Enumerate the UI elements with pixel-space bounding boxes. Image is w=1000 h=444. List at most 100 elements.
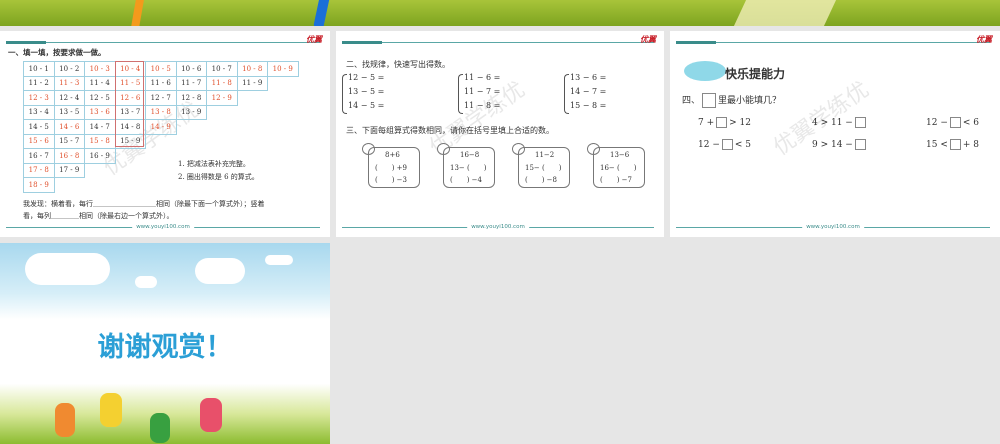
equation-group-box: 16−8 13− ( ) ( ) −4 xyxy=(443,147,495,188)
right-expr: < 6 xyxy=(962,118,979,128)
table-row: 15 - 6 15 - 7 15 - 8 15 - 9 xyxy=(23,133,299,149)
empty-cell xyxy=(237,134,268,149)
table-row: 13 - 4 13 - 5 13 - 6 13 - 7 13 - 8 13 - 9 xyxy=(23,104,299,120)
table-cell: 17 - 9 xyxy=(53,162,85,178)
table-row: 14 - 5 14 - 6 14 - 7 14 - 8 14 - 9 xyxy=(23,119,299,135)
empty-cell xyxy=(268,178,299,193)
table-cell: 12 - 9 xyxy=(206,90,238,106)
equation: 12 − 5 = xyxy=(348,73,385,82)
equation: 13 − 5 = xyxy=(348,87,385,96)
brace xyxy=(564,74,569,114)
child-illustration xyxy=(200,398,222,432)
inequality-item: 7 + > 12 xyxy=(698,117,751,128)
equation: ( ) −3 xyxy=(375,176,408,184)
heading-prefix: 四、 xyxy=(682,96,701,106)
banner-title: 快乐提能力 xyxy=(725,67,786,81)
empty-cell xyxy=(176,134,207,149)
table-cell: 11 - 8 xyxy=(206,75,238,91)
slide-thumbnail-3[interactable]: 优翼 优翼学练优 快乐提能力 四、 里最小能填几？ 7 + > 12 4 > 11 −… xyxy=(670,31,1000,237)
table-cell: 14 - 7 xyxy=(84,119,116,135)
previous-slide-thumbnail[interactable] xyxy=(0,0,1000,26)
empty-cell xyxy=(54,178,85,193)
equation-group-box: 11−2 15− ( ) ( ) −8 xyxy=(518,147,570,188)
table-cell: 11 - 4 xyxy=(84,75,116,91)
empty-cell xyxy=(268,120,299,135)
note-1: 1. 把减法表补充完整。 xyxy=(178,160,250,168)
brand-logo: 优翼 xyxy=(306,35,322,44)
empty-cell xyxy=(115,178,146,193)
table-cell: 11 - 9 xyxy=(236,75,268,91)
table-cell: 14 - 5 xyxy=(23,119,55,135)
table-cell: 13 - 8 xyxy=(145,104,177,120)
left-expr: 12 − xyxy=(698,140,720,150)
blank-box xyxy=(702,93,717,108)
table-cell: 10 - 8 xyxy=(236,61,268,77)
equation: 8+6 xyxy=(385,151,400,159)
table-cell: 12 - 8 xyxy=(175,90,207,106)
banner-mascot-icon xyxy=(684,61,726,81)
empty-cell xyxy=(268,134,299,149)
equation: 16− ( ) xyxy=(600,164,637,172)
equation: 13− ( ) xyxy=(450,164,487,172)
equation: 13−6 xyxy=(610,151,630,159)
table-cell: 13 - 5 xyxy=(53,104,85,120)
inequality-item: 4 > 11 − xyxy=(812,117,868,128)
empty-cell xyxy=(237,105,268,120)
cloud-icon xyxy=(195,258,245,284)
header-line xyxy=(6,41,320,44)
empty-cell xyxy=(85,163,116,178)
empty-cell xyxy=(237,120,268,135)
slide-thumbnail-2[interactable]: 优翼 优翼学练优 二、找规律，快速写出得数。 12 − 5 = 13 − 5 = 1… xyxy=(336,31,664,237)
table-cell: 13 - 4 xyxy=(23,104,55,120)
empty-cell xyxy=(207,120,238,135)
empty-cell xyxy=(146,178,177,193)
footer: www.youyi100.com xyxy=(676,224,990,230)
table-cell: 13 - 6 xyxy=(84,104,116,120)
right-expr: + 8 xyxy=(962,140,979,150)
answer-box xyxy=(854,139,866,150)
table-cell: 11 - 7 xyxy=(175,75,207,91)
slide-thumbnail-1[interactable]: 优翼 优翼学练优 一、填一填，按要求做一做。 10 - 1 10 - 2 10 - … xyxy=(0,31,330,237)
equation: 15 − 8 = xyxy=(570,101,607,110)
table-cell: 11 - 2 xyxy=(23,75,55,91)
footer-url: www.youyi100.com xyxy=(132,224,194,230)
child-illustration xyxy=(55,403,75,437)
table-cell: 15 - 6 xyxy=(23,133,55,149)
table-row: 11 - 2 11 - 3 11 - 4 11 - 5 11 - 6 11 - 7 11 -… xyxy=(23,75,299,91)
left-expr: 12 − xyxy=(926,118,948,128)
cloud-icon xyxy=(265,255,293,265)
table-cell: 10 - 7 xyxy=(206,61,238,77)
empty-cell xyxy=(268,149,299,164)
equation: 11 − 6 = xyxy=(464,73,501,82)
table-row: 16 - 7 16 - 8 16 - 9 xyxy=(23,148,299,164)
empty-cell xyxy=(268,91,299,106)
section-heading-3: 三、下面每组算式得数相同，请你在括号里填上合适的数。 xyxy=(346,126,554,135)
cloud-icon xyxy=(135,276,157,288)
table-cell: 10 - 3 xyxy=(84,61,116,77)
header-line xyxy=(676,41,990,44)
table-cell: 16 - 9 xyxy=(84,148,116,164)
footer-url: www.youyi100.com xyxy=(467,224,529,230)
empty-cell xyxy=(146,163,177,178)
cloud-icon xyxy=(25,253,110,285)
answer-box xyxy=(949,117,961,128)
right-expr: < 5 xyxy=(734,140,751,150)
right-expr: > 12 xyxy=(729,118,751,128)
section-heading: 一、填一填，按要求做一做。 xyxy=(8,48,106,57)
equation-group-box: 13−6 16− ( ) ( ) −7 xyxy=(593,147,645,188)
table-cell: 18 - 9 xyxy=(23,177,55,193)
table-cell: 16 - 8 xyxy=(53,148,85,164)
slide-thumbnail-4[interactable]: 谢谢观赏！ xyxy=(0,243,330,444)
brand-logo: 优翼 xyxy=(976,35,992,44)
header-line xyxy=(342,41,654,44)
empty-cell xyxy=(85,178,116,193)
footer-url: www.youyi100.com xyxy=(802,224,864,230)
table-cell: 12 - 5 xyxy=(84,90,116,106)
empty-cell xyxy=(115,149,146,164)
equation: 16−8 xyxy=(460,151,480,159)
table-cell: 15 - 7 xyxy=(53,133,85,149)
inequality-item: 12 − < 5 xyxy=(698,139,751,150)
left-expr: 4 > 11 − xyxy=(812,118,853,128)
equation: 13 − 6 = xyxy=(570,73,607,82)
left-expr: 15 < xyxy=(926,140,948,150)
